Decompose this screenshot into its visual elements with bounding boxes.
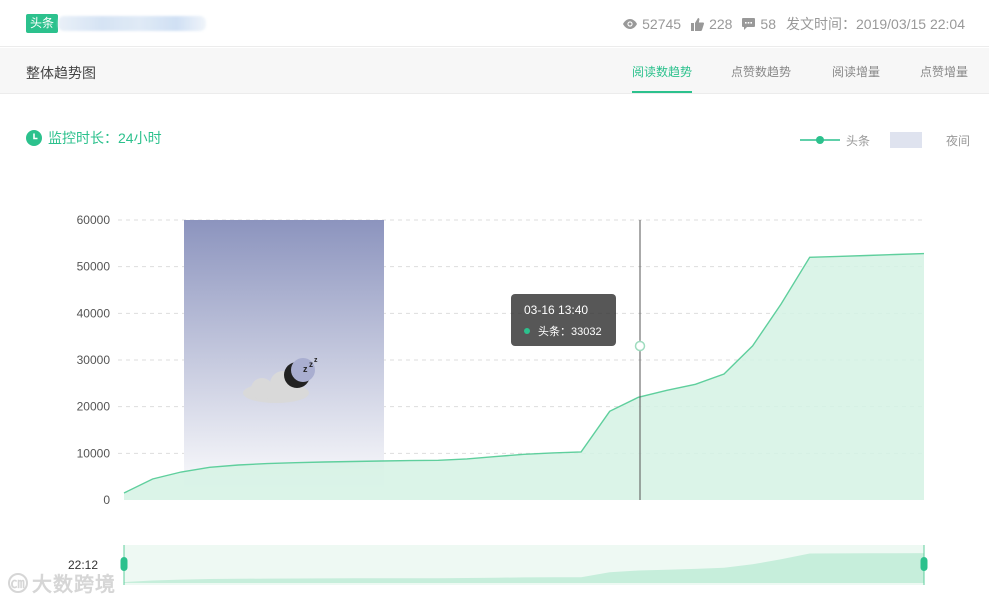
legend-night-swatch[interactable]: [890, 132, 922, 148]
y-tick-label: 30000: [77, 353, 111, 367]
legend-night-label[interactable]: 夜间: [946, 132, 970, 149]
legend-series-marker[interactable]: [800, 136, 840, 144]
svg-text:z: z: [309, 360, 313, 369]
watermark: ㎝ 大数跨境: [8, 568, 116, 597]
slider-handle-left[interactable]: [120, 557, 128, 571]
read-trend-chart: 0 10000 20000 30000 40000 50000 60000 z z z: [77, 132, 928, 585]
hover-point[interactable]: [634, 340, 646, 352]
chart-tooltip: 03-16 13:40 头条：33032: [511, 294, 616, 346]
svg-text:z: z: [303, 364, 308, 374]
legend-series-label[interactable]: 头条: [846, 132, 870, 149]
tooltip-series-dot: [524, 328, 530, 334]
tooltip-row: 头条：33032: [524, 323, 616, 339]
tooltip-value: 头条：33032: [538, 326, 602, 338]
y-tick-label: 40000: [77, 306, 111, 320]
svg-text:z: z: [314, 357, 318, 364]
y-tick-label: 60000: [77, 213, 111, 227]
slider-handle-right[interactable]: [920, 557, 928, 571]
tooltip-time: 03-16 13:40: [524, 303, 589, 317]
data-zoom-slider[interactable]: [123, 545, 925, 585]
y-axis-labels: 0 10000 20000 30000 40000 50000 60000: [77, 213, 111, 507]
y-tick-label: 10000: [77, 446, 111, 460]
y-tick-label: 50000: [77, 260, 111, 274]
y-tick-label: 0: [103, 493, 110, 507]
night-band: [184, 220, 384, 500]
watermark-logo-icon: ㎝: [8, 572, 28, 593]
y-tick-label: 20000: [77, 400, 111, 414]
